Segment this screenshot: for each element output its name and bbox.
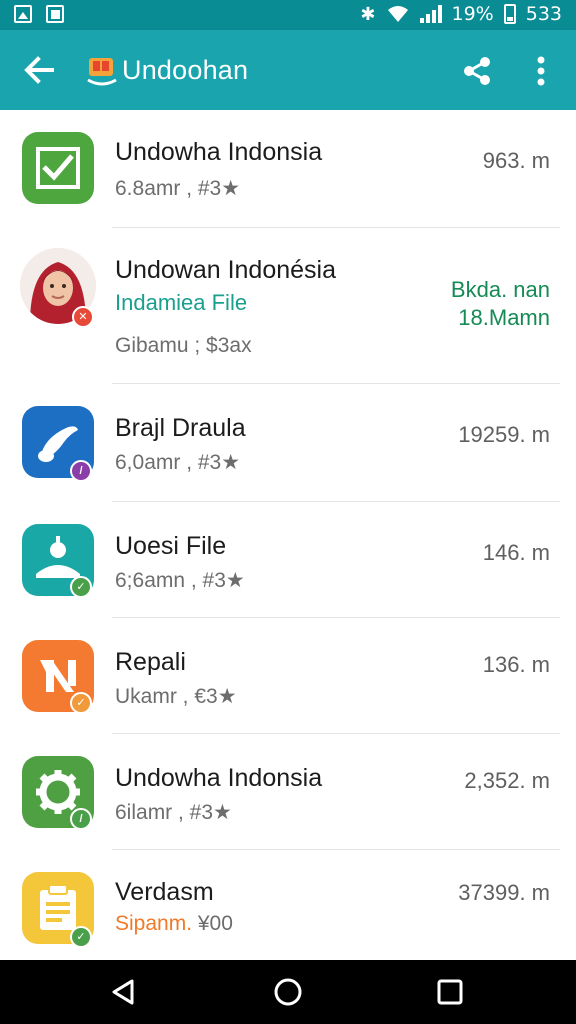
item-subtitle: Ukamr , €3★ <box>115 685 237 708</box>
status-bar: ✱ 19% 533 <box>0 0 576 30</box>
checkbox-icon <box>22 132 94 204</box>
item-subtitle: 6ilamr , #3★ <box>115 801 232 824</box>
arrow-back-icon[interactable] <box>22 54 56 86</box>
item-title: Uoesi File <box>115 532 227 560</box>
bluetooth-icon: ✱ <box>360 3 376 25</box>
item-subtitle: Gibamu ; $3ax <box>115 334 252 357</box>
edit-badge-icon: / <box>70 460 92 482</box>
check-badge-icon: ✓ <box>70 926 92 948</box>
list-item[interactable]: ✓ Repali Ukamr , €3★ 136. m <box>0 618 576 734</box>
app-bar: Undoohan <box>0 30 576 110</box>
item-size: Bkda. nan 18.Mamn <box>451 276 550 332</box>
share-icon[interactable] <box>462 56 492 86</box>
item-size: 2,352. m <box>464 768 550 793</box>
item-subtitle-rest: ¥00 <box>197 912 233 935</box>
item-title: Undowha Indonsia <box>115 138 323 166</box>
list-item[interactable]: / Undowha Indonsia 6ilamr , #3★ 2,352. m <box>0 734 576 850</box>
check-badge-icon: ✓ <box>70 576 92 598</box>
item-size-line2: 18.Mamn <box>458 305 550 330</box>
item-size: 146. m <box>482 540 550 565</box>
item-subtitle-highlight: Sipanm. <box>115 912 198 935</box>
wifi-icon <box>387 6 408 22</box>
list-item[interactable]: Undowha Indonsia 6.8amr , #3★ 963. m <box>0 110 576 228</box>
battery-icon <box>503 4 516 24</box>
item-size: 963. m <box>482 148 550 173</box>
item-subtitle: Sipanm. ¥00 <box>115 912 233 936</box>
item-secondary: Indamiea File <box>115 290 248 315</box>
item-size: 19259. m <box>458 422 550 447</box>
edit-badge-icon: / <box>70 808 92 830</box>
nav-home-icon[interactable] <box>272 976 304 1008</box>
item-title: Verdasm <box>115 878 214 906</box>
item-title: Brajl Draula <box>115 414 246 442</box>
signal-icon <box>419 5 442 23</box>
list-item[interactable]: ✓ Uoesi File 6;6amn , #3★ 146. m <box>0 502 576 618</box>
nav-back-icon[interactable] <box>108 976 140 1008</box>
item-title: Undowha Indonsia <box>115 764 323 792</box>
star-badge-icon: ✓ <box>70 692 92 714</box>
item-subtitle: 6;6amn , #3★ <box>115 569 245 592</box>
item-size: 136. m <box>482 652 550 677</box>
close-badge-icon: ✕ <box>72 306 94 328</box>
navigation-bar <box>0 960 576 1024</box>
item-subtitle: 6,0amr , #3★ <box>115 451 241 474</box>
file-list: Undowha Indonsia 6.8amr , #3★ 963. m ✕ U… <box>0 110 576 960</box>
more-vert-icon[interactable] <box>528 54 554 88</box>
item-size-line1: Bkda. nan <box>450 277 550 302</box>
app-logo-icon <box>86 52 118 88</box>
photo-notification-icon <box>46 5 64 23</box>
item-title: Undowan Indonésia <box>115 256 336 284</box>
list-item[interactable]: / Brajl Draula 6,0amr , #3★ 19259. m <box>0 384 576 502</box>
item-size: 37399. m <box>458 880 550 905</box>
gallery-notification-icon <box>14 5 32 23</box>
item-subtitle: 6.8amr , #3★ <box>115 177 241 200</box>
battery-percent: 19% <box>451 3 494 25</box>
app-title: Undoohan <box>122 55 249 85</box>
clock: 533 <box>525 3 562 25</box>
nav-recents-icon[interactable] <box>434 976 466 1008</box>
list-item[interactable]: ✕ Undowan Indonésia Indamiea File Gibamu… <box>0 228 576 384</box>
item-title: Repali <box>115 648 186 676</box>
list-item[interactable]: ✓ Verdasm Sipanm. ¥00 37399. m <box>0 850 576 960</box>
